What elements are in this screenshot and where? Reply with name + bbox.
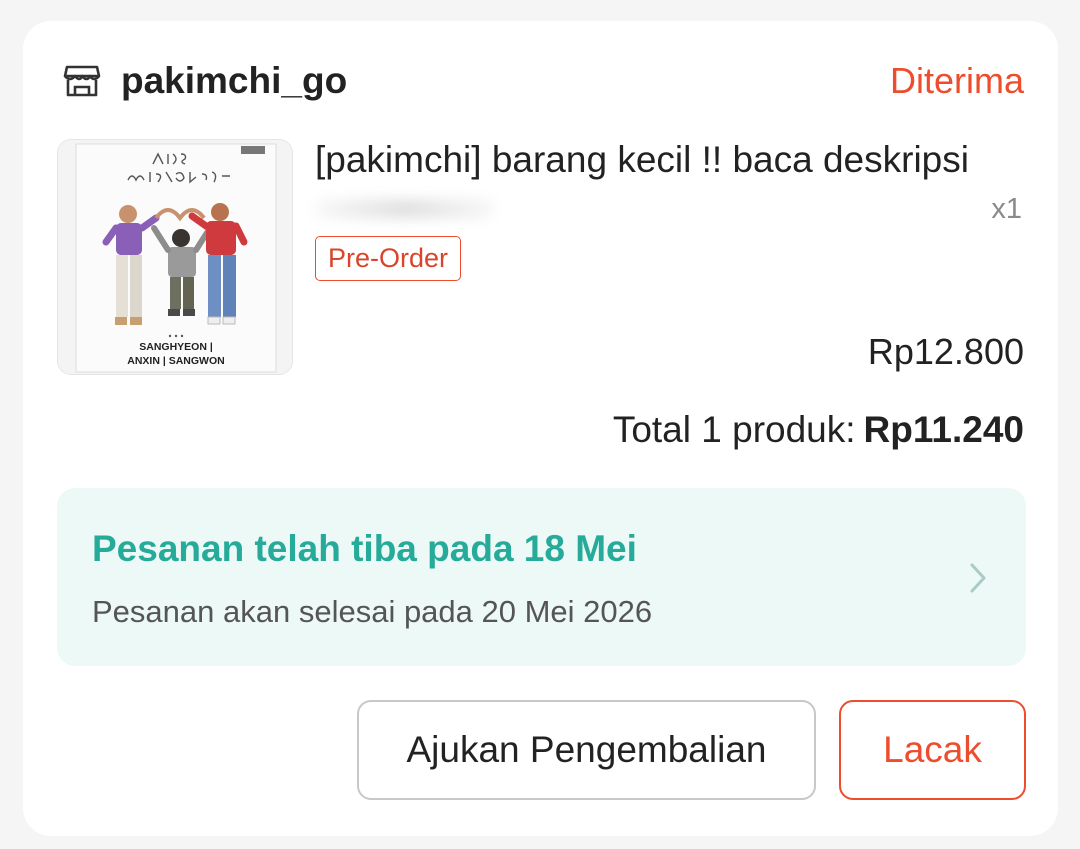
store-icon bbox=[63, 62, 101, 100]
track-button[interactable]: Lacak bbox=[839, 700, 1026, 800]
product-title[interactable]: [pakimchi] barang kecil !! baca deskrips… bbox=[315, 139, 1025, 181]
image-caption-line2: ANXIN | SANGWON bbox=[127, 355, 224, 367]
product-image[interactable]: SANGHYEON | ANXIN | SANGWON bbox=[57, 139, 293, 375]
store-header: pakimchi_go Diterima bbox=[63, 56, 1024, 106]
product-price: Rp12.800 bbox=[867, 331, 1024, 372]
chevron-right-icon bbox=[966, 560, 990, 596]
variant-text-blurred bbox=[315, 199, 495, 219]
delivery-subtitle: Pesanan akan selesai pada 20 Mei 2026 bbox=[92, 594, 653, 629]
order-total: Total 1 produk: Rp11.240 bbox=[613, 409, 1024, 451]
order-status: Diterima bbox=[889, 60, 1024, 101]
total-amount: Rp11.240 bbox=[863, 409, 1024, 450]
image-caption-line1: SANGHYEON | bbox=[139, 341, 213, 353]
order-card: pakimchi_go Diterima SANGHYEON | ANXIN |… bbox=[23, 21, 1058, 836]
preorder-badge: Pre-Order bbox=[315, 236, 462, 281]
store-info[interactable]: pakimchi_go bbox=[63, 60, 347, 102]
delivery-status-panel[interactable]: Pesanan telah tiba pada 18 Mei Pesanan a… bbox=[57, 488, 1026, 666]
store-name: pakimchi_go bbox=[121, 60, 348, 101]
delivery-title: Pesanan telah tiba pada 18 Mei bbox=[92, 528, 637, 569]
total-label: Total 1 produk: bbox=[612, 409, 856, 450]
product-quantity: x1 bbox=[991, 193, 1022, 225]
request-return-button[interactable]: Ajukan Pengembalian bbox=[357, 700, 816, 800]
